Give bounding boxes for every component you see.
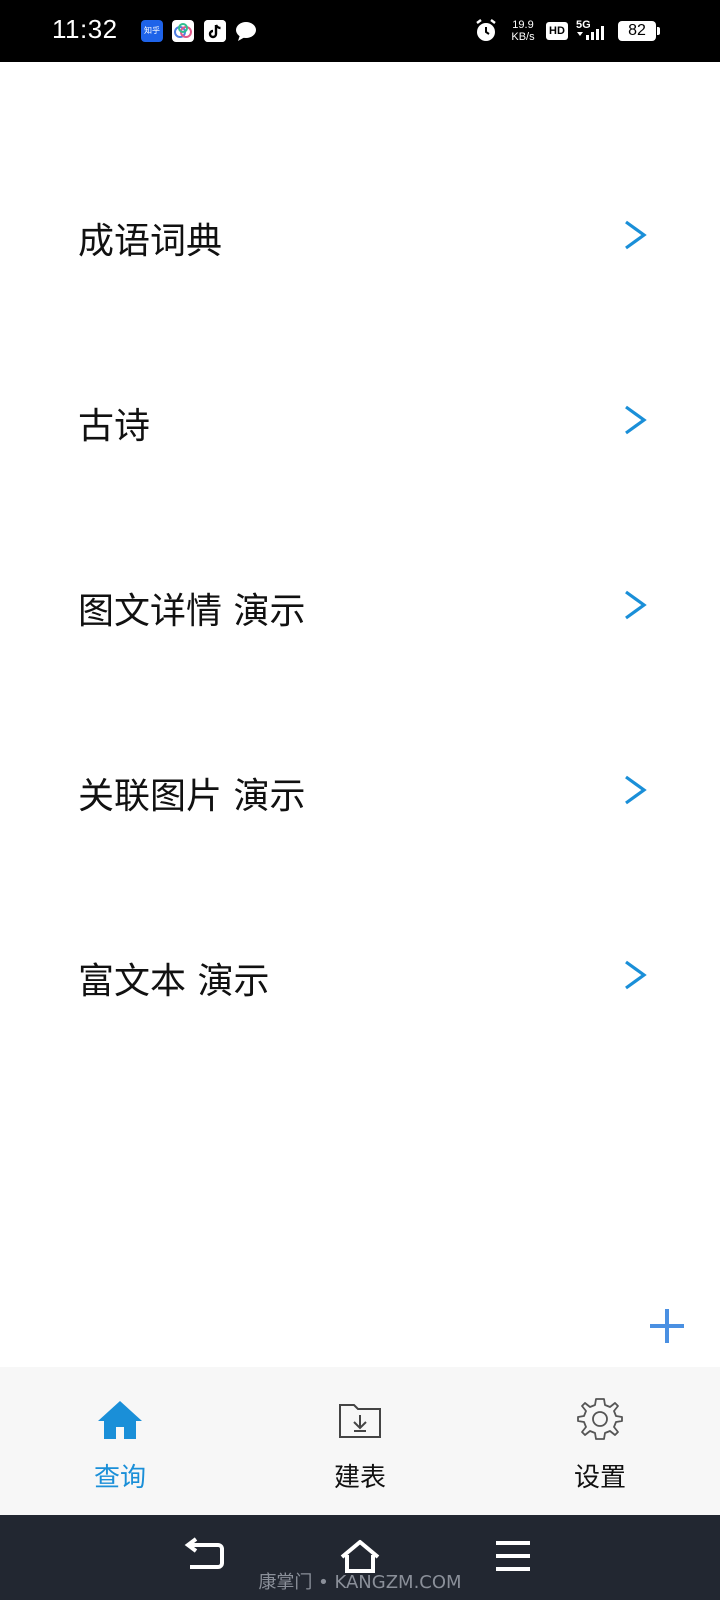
- menu-item-label: 富文本 演示: [78, 961, 270, 1002]
- chevron-right-icon: [625, 775, 647, 805]
- alarm-icon: [474, 18, 498, 46]
- chevron-right-icon: [625, 405, 647, 435]
- tab-settings[interactable]: 设置: [500, 1367, 700, 1515]
- signal-5g-icon: 5G: [576, 18, 612, 44]
- bottom-tab-bar: 查询 建表 设置: [0, 1367, 720, 1515]
- tab-label: 建表: [333, 1463, 386, 1493]
- hd-badge: HD: [546, 22, 568, 40]
- watermark-text: 康掌门 • KANGZM.COM: [258, 1572, 462, 1593]
- add-icon[interactable]: [648, 1307, 686, 1345]
- menu-item-ancient-poems[interactable]: 古诗: [0, 357, 720, 477]
- tab-label: 查询: [93, 1463, 146, 1493]
- tab-label: 设置: [573, 1463, 626, 1493]
- menu-item-image-text-detail-demo[interactable]: 图文详情 演示: [0, 542, 720, 662]
- menu-item-label: 关联图片 演示: [78, 776, 306, 817]
- chevron-right-icon: [625, 960, 647, 990]
- zhihu-icon: 知乎: [141, 20, 163, 42]
- menu-item-idiom-dictionary[interactable]: 成语词典: [0, 172, 720, 292]
- network-speed: 19.9 KB/s: [508, 19, 538, 47]
- network-type-label: 5G: [576, 19, 591, 31]
- chat-bubble-icon: [235, 20, 257, 42]
- menu-item-label: 图文详情 演示: [78, 591, 306, 632]
- cloud-app-icon: [172, 20, 194, 42]
- menu-item-label: 成语词典: [78, 221, 223, 262]
- menu-item-rich-text-demo[interactable]: 富文本 演示: [0, 912, 720, 1032]
- network-speed-value: 19.9: [512, 19, 534, 31]
- network-speed-unit: KB/s: [511, 31, 535, 43]
- tab-query[interactable]: 查询: [20, 1367, 220, 1515]
- home-icon: [98, 1401, 142, 1439]
- status-bar: 11:32 知乎 19.9 KB/s HD 5G 82: [0, 0, 720, 62]
- menu-item-related-images-demo[interactable]: 关联图片 演示: [0, 727, 720, 847]
- folder-download-icon: [339, 1404, 381, 1438]
- status-time: 11:32: [52, 14, 118, 44]
- tab-build-table[interactable]: 建表: [260, 1367, 460, 1515]
- menu-item-label: 古诗: [78, 406, 151, 447]
- tiktok-icon: [204, 20, 226, 42]
- gear-icon: [577, 1398, 623, 1440]
- chevron-right-icon: [625, 220, 647, 250]
- chevron-right-icon: [625, 590, 647, 620]
- battery-indicator: 82: [618, 21, 660, 41]
